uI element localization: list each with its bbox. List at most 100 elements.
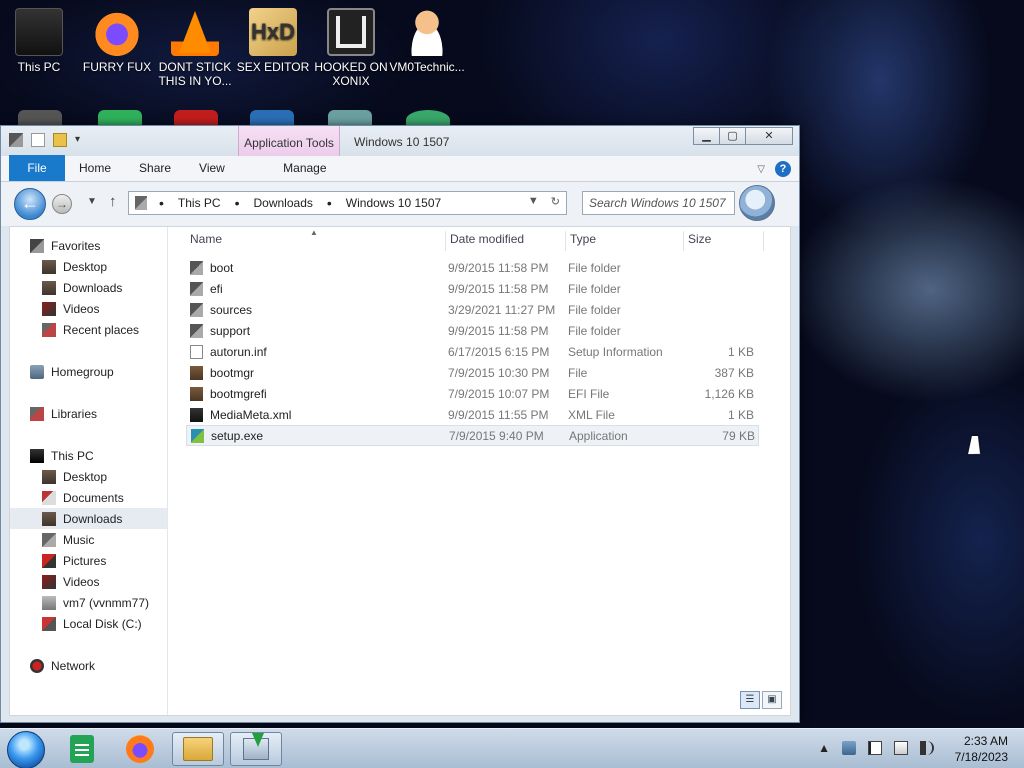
folder-icon	[190, 302, 203, 317]
file-date: 9/9/2015 11:55 PM	[448, 407, 549, 422]
maximize-button[interactable]: ▢	[719, 127, 746, 145]
title-bar[interactable]: ▾ Application Tools Windows 10 1507 ▁ ▢ …	[1, 126, 799, 156]
clock-date: 7/18/2023	[954, 750, 1008, 764]
nav-favorites-downloads[interactable]: Downloads	[10, 277, 167, 298]
show-hidden-icons-chevron-icon[interactable]: ▲	[818, 741, 830, 755]
table-row[interactable]: boot 9/9/2015 11:58 PM File folder	[186, 257, 759, 278]
address-bar-controls: ▼ ↻	[528, 195, 560, 208]
nav-pc-music[interactable]: Music	[10, 529, 167, 550]
desktop-icon-xonix[interactable]: HOOKED ON XONIX	[313, 2, 389, 88]
table-row-selected[interactable]: setup.exe 7/9/2015 9:40 PM Application 79 K…	[186, 425, 759, 446]
tab-view[interactable]: View	[185, 155, 239, 181]
nav-pc-user-folder[interactable]: vm7 (vvnmm77)	[10, 592, 167, 613]
table-row[interactable]: bootmgrefi 7/9/2015 10:07 PM EFI File 1,126…	[186, 383, 759, 404]
column-header-type[interactable]: Type	[566, 231, 684, 251]
location-icon	[135, 196, 147, 210]
breadcrumb-separator[interactable]: •	[159, 195, 164, 211]
nav-homegroup[interactable]: Homegroup	[10, 361, 167, 382]
properties-icon[interactable]	[31, 133, 45, 147]
details-view-icon[interactable]: ☰	[740, 691, 760, 709]
back-button[interactable]: ←	[14, 188, 46, 220]
table-row[interactable]: support 9/9/2015 11:58 PM File folder	[186, 320, 759, 341]
large-icons-view-icon[interactable]: ▣	[762, 691, 782, 709]
column-header-size[interactable]: Size	[684, 231, 764, 251]
nav-pc-local-disk[interactable]: Local Disk (C:)	[10, 613, 167, 634]
search-input[interactable]: Search Windows 10 1507	[582, 191, 735, 215]
table-row[interactable]: bootmgr 7/9/2015 10:30 PM File 387 KB	[186, 362, 759, 383]
nav-label: Libraries	[51, 406, 98, 421]
minimize-button[interactable]: ▁	[693, 127, 720, 145]
customize-toolbar-chevron-icon[interactable]: ▾	[75, 133, 83, 147]
breadcrumb-current[interactable]: Windows 10 1507	[346, 196, 441, 210]
firefox-icon	[93, 8, 141, 56]
table-row[interactable]: efi 9/9/2015 11:58 PM File folder	[186, 278, 759, 299]
breadcrumb-this-pc[interactable]: This PC	[178, 196, 221, 210]
display-icon[interactable]	[894, 741, 908, 755]
table-row[interactable]: sources 3/29/2021 11:27 PM File folder	[186, 299, 759, 320]
nav-favorites-recent-places[interactable]: Recent places	[10, 319, 167, 340]
tab-share[interactable]: Share	[125, 155, 185, 181]
nav-favorites-videos[interactable]: Videos	[10, 298, 167, 319]
table-row[interactable]: MediaMeta.xml 9/9/2015 11:55 PM XML File 1 …	[186, 404, 759, 425]
this-pc-icon	[30, 448, 44, 463]
taskbar-firefox[interactable]	[114, 732, 166, 766]
taskbar-clock[interactable]: 2:33 AM 7/18/2023	[955, 733, 1008, 765]
file-date: 7/9/2015 10:30 PM	[448, 365, 550, 380]
up-arrow-icon[interactable]: ↑	[109, 193, 117, 210]
search-magnifier-icon[interactable]	[739, 185, 775, 221]
desktop-icon-hxd[interactable]: HxD SEX EDITOR	[235, 2, 311, 74]
nav-favorites[interactable]: Favorites	[10, 235, 167, 256]
forward-button[interactable]: →	[52, 194, 72, 214]
table-row[interactable]: autorun.inf 6/17/2015 6:15 PM Setup Inform…	[186, 341, 759, 362]
column-header-date[interactable]: Date modified	[446, 231, 566, 251]
breadcrumb-separator[interactable]: •	[327, 195, 332, 211]
nav-this-pc[interactable]: This PC	[10, 445, 167, 466]
start-button[interactable]	[7, 731, 45, 768]
breadcrumb-separator[interactable]: •	[235, 195, 240, 211]
nav-pc-videos[interactable]: Videos	[10, 571, 167, 592]
taskbar-sheets[interactable]	[56, 732, 108, 766]
network-status-icon[interactable]	[842, 741, 856, 755]
clock-time: 2:33 AM	[963, 734, 1008, 748]
nav-network[interactable]: Network	[10, 655, 167, 676]
taskbar-file-explorer[interactable]	[172, 732, 224, 766]
column-label: Name	[190, 232, 223, 246]
tab-file[interactable]: File	[9, 155, 65, 181]
desktop-icon-firefox[interactable]: FURRY FUX	[79, 2, 155, 74]
desktop-icon-vlc[interactable]: DONT STICK THIS IN YO...	[157, 2, 233, 88]
volume-icon[interactable]	[920, 741, 934, 755]
navigation-pane[interactable]: Favorites Desktop Downloads Videos Recen…	[10, 227, 168, 715]
file-size: 79 KB	[722, 428, 755, 443]
breadcrumb-downloads[interactable]: Downloads	[254, 196, 313, 210]
help-icon[interactable]: ?	[775, 161, 791, 177]
recent-locations-chevron-icon[interactable]: ▼	[87, 196, 97, 207]
firefox-icon	[126, 735, 154, 763]
tab-manage[interactable]: Manage	[255, 155, 355, 181]
address-history-chevron-icon[interactable]: ▼	[528, 195, 539, 208]
nav-pc-documents[interactable]: Documents	[10, 487, 167, 508]
action-center-flag-icon[interactable]	[868, 741, 882, 755]
column-header-name[interactable]: ▲ Name	[186, 228, 446, 251]
explorer-window: ▾ Application Tools Windows 10 1507 ▁ ▢ …	[0, 125, 800, 723]
file-date: 7/9/2015 9:40 PM	[449, 428, 544, 443]
address-bar[interactable]: • This PC • Downloads • Windows 10 1507 …	[128, 191, 567, 215]
tab-home[interactable]: Home	[65, 155, 125, 181]
recent-places-icon	[42, 322, 56, 337]
nav-favorites-desktop[interactable]: Desktop	[10, 256, 167, 277]
desktop-icon-vm0technic[interactable]: VM0Technic...	[389, 2, 465, 74]
nav-pc-pictures[interactable]: Pictures	[10, 550, 167, 571]
nav-libraries[interactable]: Libraries	[10, 403, 167, 424]
close-button[interactable]: ✕	[745, 127, 793, 145]
quick-access-toolbar: ▾	[9, 133, 83, 147]
explorer-app-icon[interactable]	[9, 133, 23, 147]
nav-pc-desktop[interactable]: Desktop	[10, 466, 167, 487]
file-list: ▲ Name Date modified Type Size boot 9/9/20…	[182, 227, 790, 715]
contextual-tab-application-tools[interactable]: Application Tools	[238, 126, 340, 156]
expand-ribbon-chevron-icon[interactable]: ▽	[757, 164, 765, 175]
file-icon	[190, 365, 203, 380]
nav-pc-downloads[interactable]: Downloads	[10, 508, 167, 529]
taskbar-installer[interactable]	[230, 732, 282, 766]
refresh-icon[interactable]: ↻	[551, 195, 560, 208]
new-folder-icon[interactable]	[53, 133, 67, 147]
desktop-icon-this-pc[interactable]: This PC	[1, 2, 77, 74]
